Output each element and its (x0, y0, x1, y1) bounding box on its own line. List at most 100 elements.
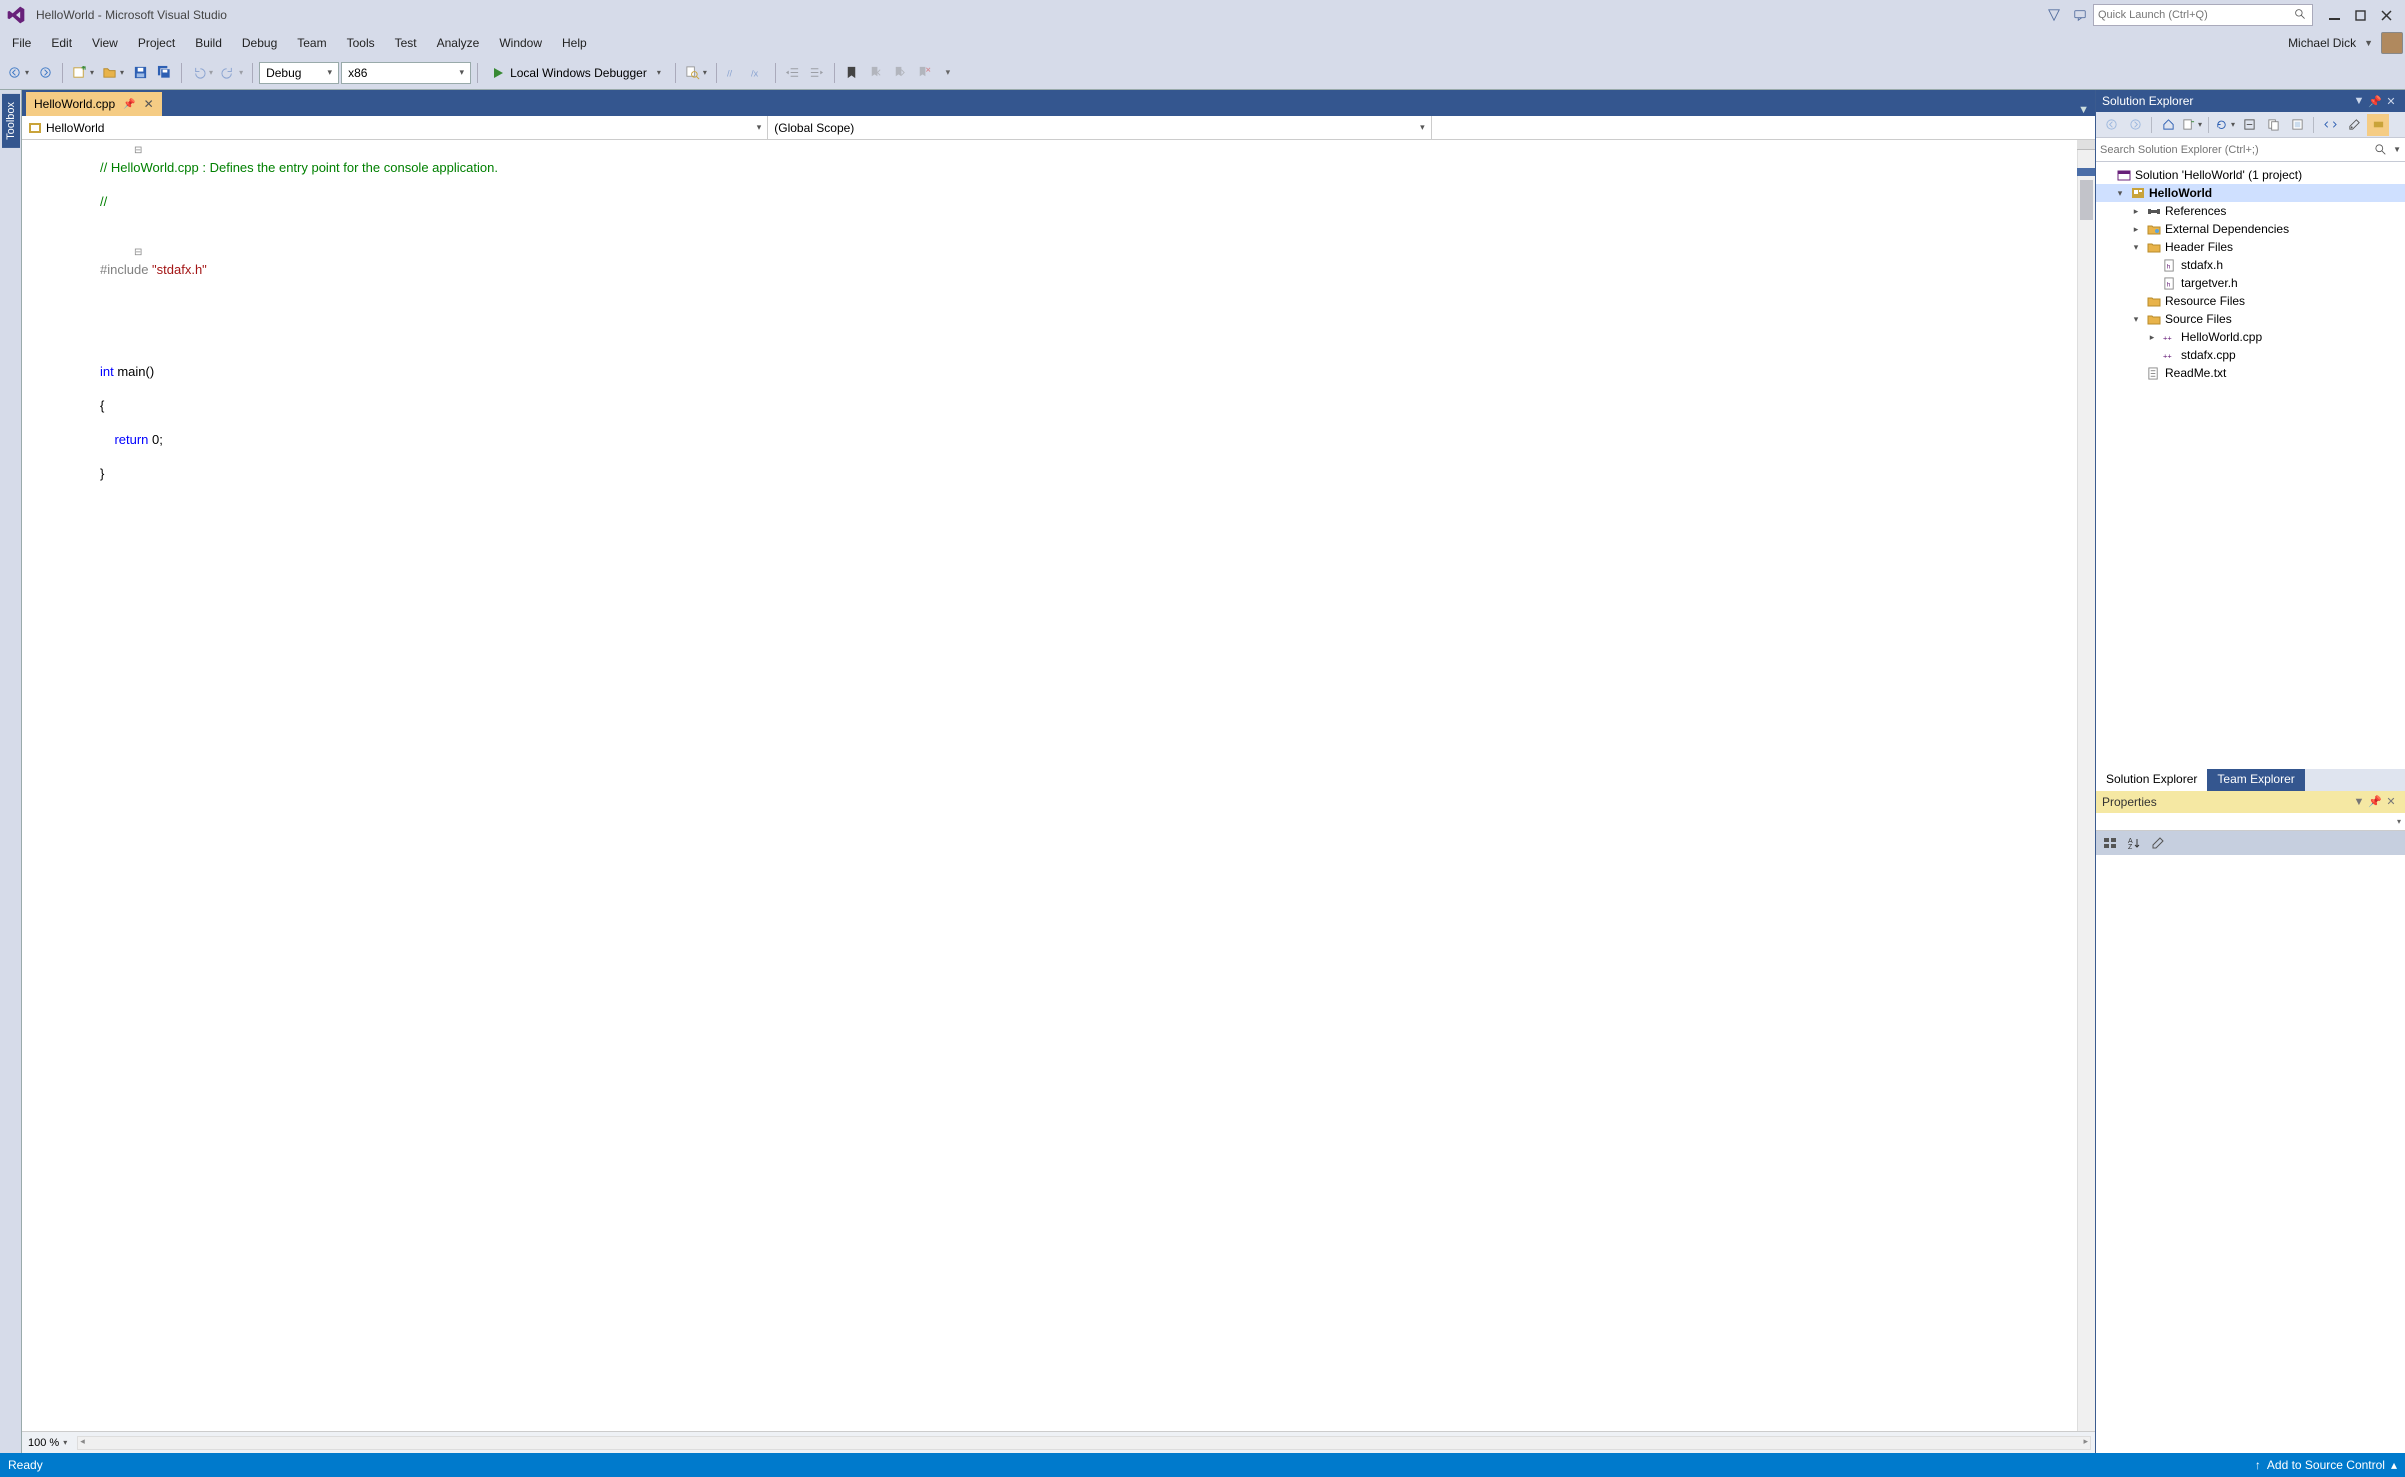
tree-header-files-node[interactable]: ▾ Header Files (2096, 238, 2405, 256)
solution-config-combo[interactable]: Debug (259, 62, 339, 84)
solution-tree[interactable]: Solution 'HelloWorld' (1 project) ▾ Hell… (2096, 162, 2405, 769)
menu-build[interactable]: Build (185, 32, 232, 54)
toggle-bookmark-button[interactable] (841, 61, 863, 85)
se-search-input[interactable] (2100, 144, 2375, 156)
panel-pin-icon[interactable]: 📌 (2367, 795, 2383, 808)
menu-window[interactable]: Window (489, 32, 552, 54)
se-preview-selected-button[interactable] (2367, 114, 2389, 136)
panel-close-icon[interactable]: ✕ (2383, 95, 2399, 108)
tree-solution-node[interactable]: Solution 'HelloWorld' (1 project) (2096, 166, 2405, 184)
open-file-button[interactable] (99, 61, 127, 85)
forward-button[interactable] (34, 61, 56, 85)
panel-window-position-icon[interactable]: ▼ (2351, 796, 2367, 808)
tree-file-targetver-h[interactable]: h targetver.h (2096, 274, 2405, 292)
solution-platform-combo[interactable]: x86 (341, 62, 471, 84)
save-all-button[interactable] (153, 61, 175, 85)
tree-file-stdafx-h[interactable]: h stdafx.h (2096, 256, 2405, 274)
decrease-indent-button[interactable] (782, 61, 804, 85)
tree-file-readme[interactable]: ReadMe.txt (2096, 364, 2405, 382)
increase-indent-button[interactable] (806, 61, 828, 85)
comment-out-button[interactable]: // (723, 61, 745, 85)
signed-in-user[interactable]: Michael Dick (2284, 36, 2360, 50)
tree-resource-files-node[interactable]: Resource Files (2096, 292, 2405, 310)
se-forward-button[interactable] (2124, 114, 2146, 136)
se-collapse-all-button[interactable] (2238, 114, 2260, 136)
properties-object-combo[interactable] (2096, 813, 2405, 831)
start-debug-button[interactable]: Local Windows Debugger (484, 61, 669, 85)
pin-icon[interactable]: 📌 (123, 99, 135, 110)
uncomment-button[interactable]: /x (747, 61, 769, 85)
quick-launch[interactable] (2093, 4, 2313, 26)
menu-test[interactable]: Test (385, 32, 427, 54)
menu-debug[interactable]: Debug (232, 32, 287, 54)
menu-help[interactable]: Help (552, 32, 597, 54)
new-project-button[interactable] (69, 61, 97, 85)
tab-solution-explorer[interactable]: Solution Explorer (2096, 769, 2207, 791)
next-bookmark-button[interactable] (889, 61, 911, 85)
search-options-chevron-icon[interactable]: ▼ (2389, 145, 2401, 154)
expander-icon[interactable]: ▸ (2130, 206, 2142, 217)
se-view-code-button[interactable] (2319, 114, 2341, 136)
categorized-button[interactable] (2100, 833, 2120, 853)
panel-close-icon[interactable]: ✕ (2383, 795, 2399, 808)
expander-icon[interactable]: ▾ (2130, 314, 2142, 325)
tree-project-node[interactable]: ▾ HelloWorld (2096, 184, 2405, 202)
tree-references-node[interactable]: ▸ References (2096, 202, 2405, 220)
menu-edit[interactable]: Edit (41, 32, 82, 54)
se-properties-button[interactable] (2343, 114, 2365, 136)
se-refresh-button[interactable] (2214, 114, 2236, 136)
se-show-all-files-button[interactable] (2262, 114, 2284, 136)
tree-file-helloworld-cpp[interactable]: ▸ ++ HelloWorld.cpp (2096, 328, 2405, 346)
se-home-button[interactable] (2157, 114, 2179, 136)
menu-tools[interactable]: Tools (337, 32, 385, 54)
tree-source-files-node[interactable]: ▾ Source Files (2096, 310, 2405, 328)
panel-window-position-icon[interactable]: ▼ (2351, 95, 2367, 107)
split-handle-icon[interactable] (2077, 140, 2095, 150)
redo-button[interactable] (218, 61, 246, 85)
toolbox-rail[interactable]: Toolbox (0, 90, 22, 1453)
expander-icon[interactable]: ▸ (2130, 224, 2142, 235)
se-sync-button[interactable] (2181, 114, 2203, 136)
document-tab-helloworld[interactable]: HelloWorld.cpp 📌 ✕ (26, 92, 162, 116)
user-avatar[interactable] (2381, 32, 2403, 54)
minimize-button[interactable] (2321, 4, 2347, 26)
find-in-files-button[interactable] (682, 61, 710, 85)
alphabetical-button[interactable]: AZ (2124, 833, 2144, 853)
nav-scope-combo[interactable]: (Global Scope) (768, 116, 1431, 139)
toolbar-overflow-button[interactable]: ▾ (937, 61, 959, 85)
nav-member-combo[interactable] (1432, 116, 2137, 139)
scrollbar-thumb[interactable] (2080, 180, 2093, 220)
nav-project-combo[interactable]: HelloWorld (22, 116, 768, 139)
tab-team-explorer[interactable]: Team Explorer (2207, 769, 2304, 791)
undo-button[interactable] (188, 61, 216, 85)
vertical-scrollbar[interactable] (2077, 140, 2095, 1431)
close-button[interactable] (2373, 4, 2399, 26)
user-menu-chevron-icon[interactable]: ▼ (2360, 38, 2377, 48)
tree-external-deps-node[interactable]: ▸ External Dependencies (2096, 220, 2405, 238)
feedback-icon[interactable] (2069, 4, 2091, 26)
code-editor[interactable]: ⊟// HelloWorld.cpp : Defines the entry p… (22, 140, 2095, 1431)
tab-overflow-icon[interactable]: ▼ (2072, 104, 2095, 116)
save-button[interactable] (129, 61, 151, 85)
menu-view[interactable]: View (82, 32, 128, 54)
zoom-combo[interactable]: 100 % (22, 1437, 73, 1449)
code-text[interactable]: ⊟// HelloWorld.cpp : Defines the entry p… (82, 140, 2077, 1431)
se-back-button[interactable] (2100, 114, 2122, 136)
menu-file[interactable]: File (2, 32, 41, 54)
source-control-button[interactable]: ↑ Add to Source Control ▴ (2255, 1458, 2397, 1472)
close-tab-icon[interactable]: ✕ (144, 97, 154, 111)
menu-project[interactable]: Project (128, 32, 185, 54)
menu-team[interactable]: Team (287, 32, 336, 54)
back-button[interactable] (4, 61, 32, 85)
clear-bookmarks-button[interactable] (913, 61, 935, 85)
prev-bookmark-button[interactable] (865, 61, 887, 85)
quick-launch-input[interactable] (2098, 9, 2294, 21)
panel-pin-icon[interactable]: 📌 (2367, 95, 2383, 108)
property-pages-button[interactable] (2148, 833, 2168, 853)
menu-analyze[interactable]: Analyze (427, 32, 490, 54)
notifications-icon[interactable] (2043, 4, 2065, 26)
expander-icon[interactable]: ▸ (2146, 332, 2158, 343)
maximize-button[interactable] (2347, 4, 2373, 26)
expander-icon[interactable]: ▾ (2114, 188, 2126, 199)
expander-icon[interactable]: ▾ (2130, 242, 2142, 253)
